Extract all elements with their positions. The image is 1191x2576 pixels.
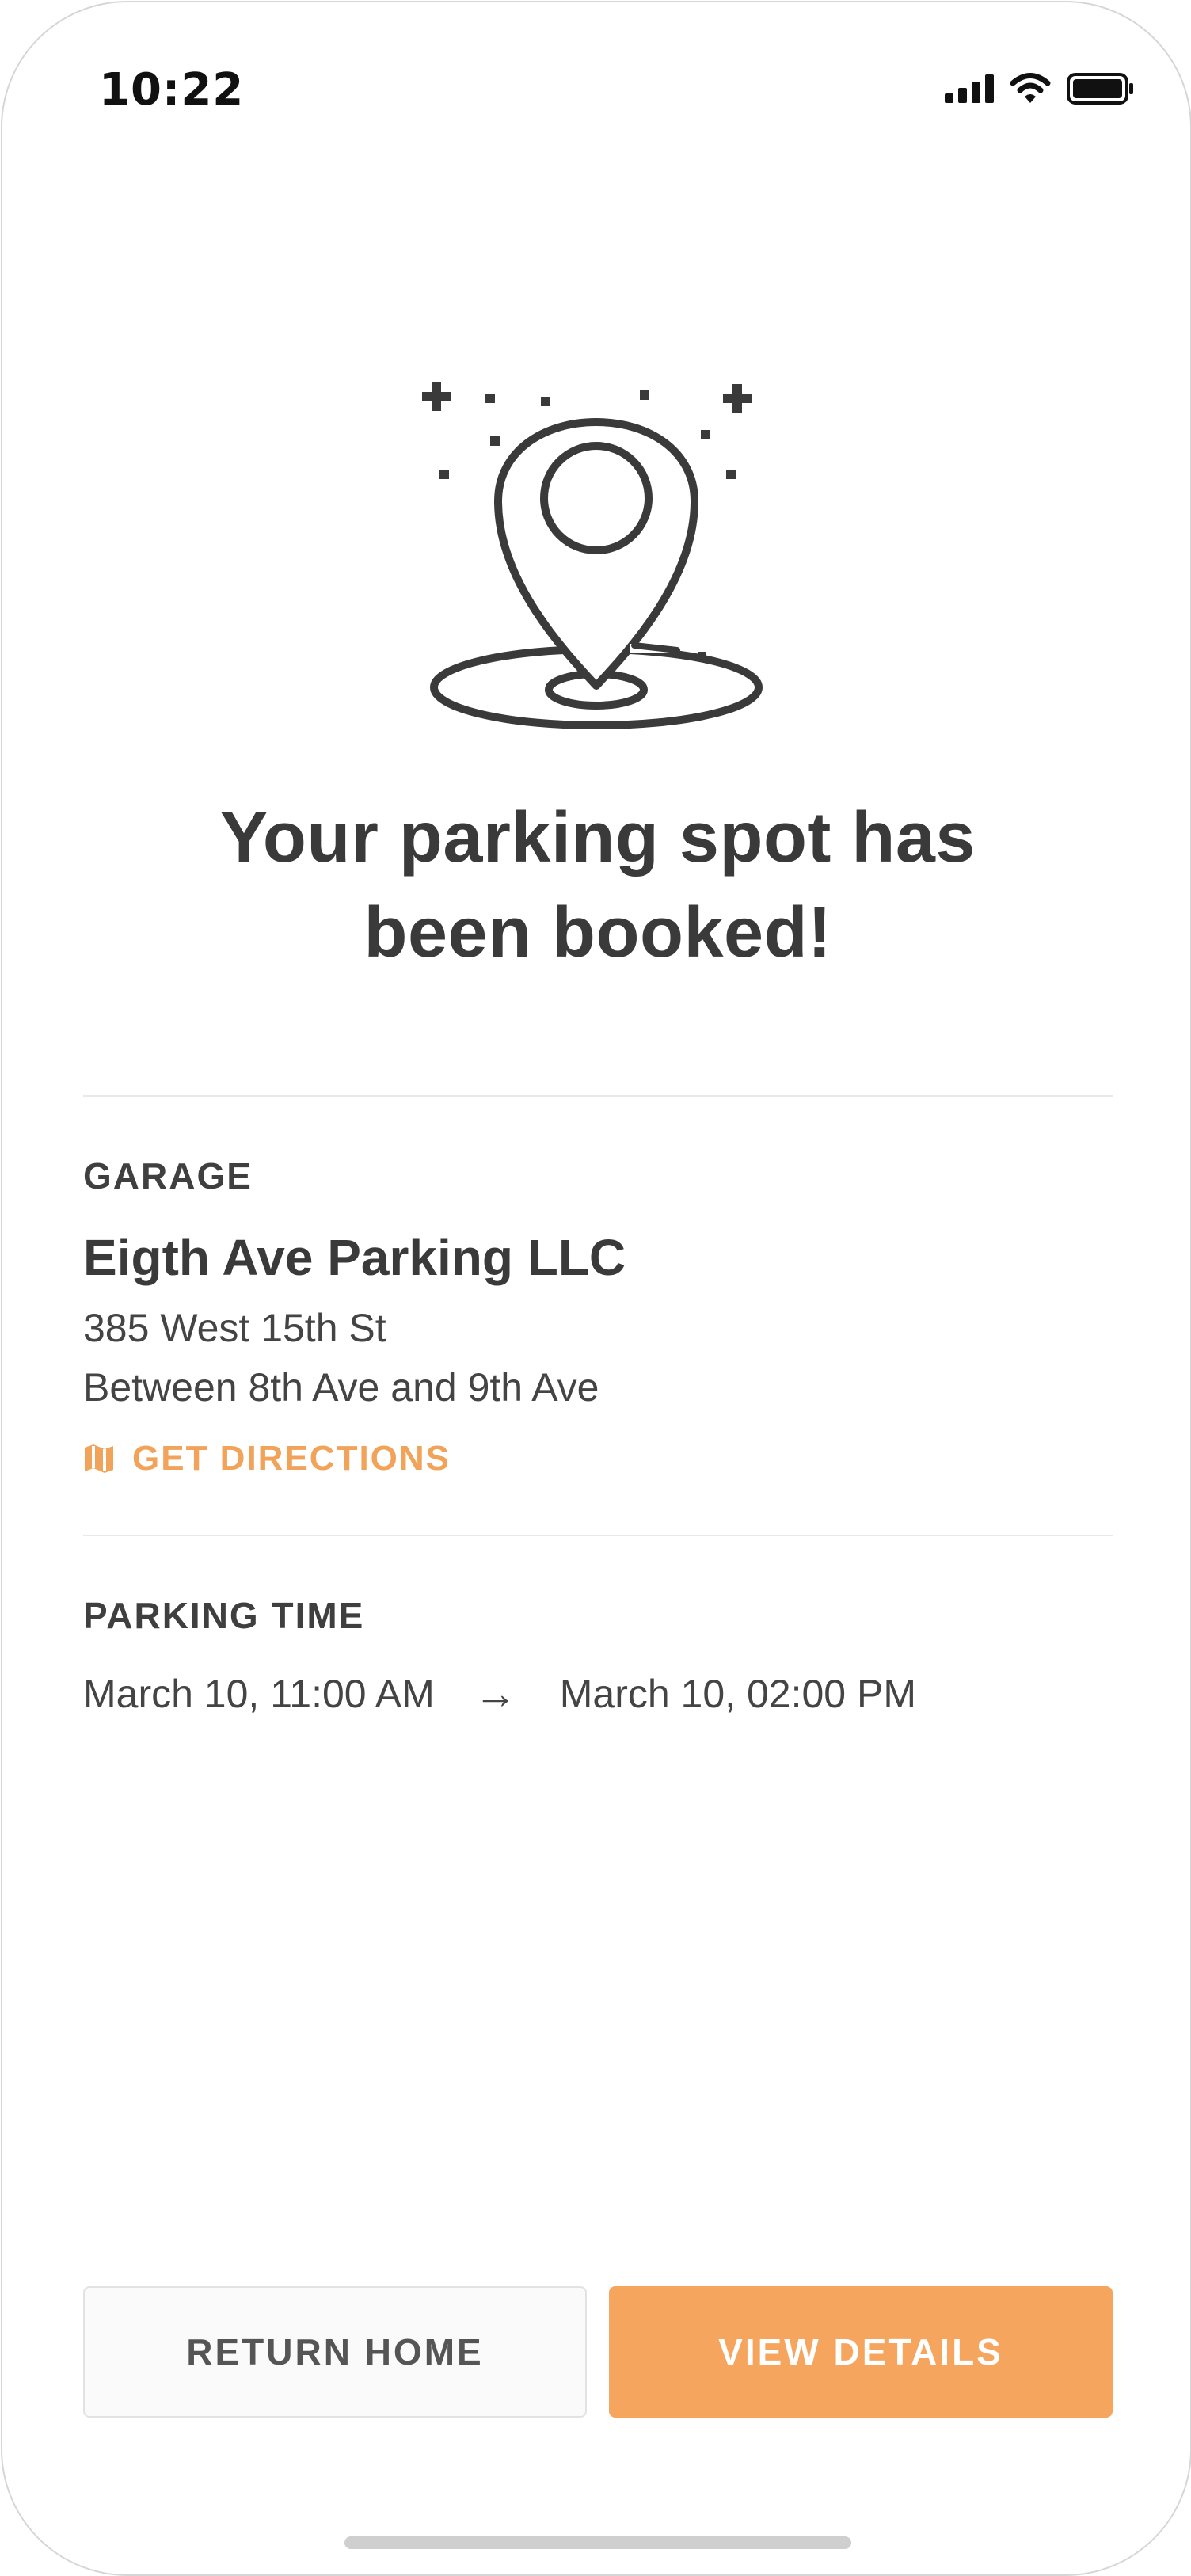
divider xyxy=(83,1535,1113,1536)
parking-time-range: March 10, 11:00 AM → March 10, 02:00 PM xyxy=(83,1669,916,1718)
wifi-icon xyxy=(1010,73,1051,103)
map-pin-location-icon xyxy=(422,382,763,729)
return-home-button[interactable]: RETURN HOME xyxy=(83,2286,587,2418)
divider xyxy=(83,1095,1113,1097)
home-indicator[interactable] xyxy=(344,2536,851,2549)
headline-line-2: been booked! xyxy=(363,893,832,972)
headline-line-1: Your parking spot has xyxy=(220,798,976,877)
status-icons xyxy=(945,72,1135,105)
arrow-right-icon: → xyxy=(474,1670,517,1718)
garage-name: Eigth Ave Parking LLC xyxy=(83,1229,626,1286)
map-icon xyxy=(85,1444,113,1473)
parking-time-section-label: PARKING TIME xyxy=(83,1595,365,1636)
garage-address-line-2: Between 8th Ave and 9th Ave xyxy=(83,1365,599,1410)
get-directions-label: GET DIRECTIONS xyxy=(132,1439,451,1478)
phone-screen: 10:22 Your parking spot has been booked!… xyxy=(1,1,1191,2576)
return-home-label: RETURN HOME xyxy=(186,2331,484,2372)
get-directions-link[interactable]: GET DIRECTIONS xyxy=(83,1439,451,1478)
garage-section-label: GARAGE xyxy=(83,1155,253,1197)
status-time: 10:22 xyxy=(99,64,245,116)
parking-end-time: March 10, 02:00 PM xyxy=(559,1672,916,1716)
parking-start-time: March 10, 11:00 AM xyxy=(83,1672,435,1716)
booking-confirmation-headline: Your parking spot has been booked! xyxy=(121,790,1075,980)
garage-address-line-1: 385 West 15th St xyxy=(83,1306,386,1350)
battery-icon xyxy=(1067,73,1133,105)
view-details-label: VIEW DETAILS xyxy=(718,2331,1003,2372)
view-details-button[interactable]: VIEW DETAILS xyxy=(609,2286,1113,2418)
cellular-signal-icon xyxy=(945,74,994,103)
